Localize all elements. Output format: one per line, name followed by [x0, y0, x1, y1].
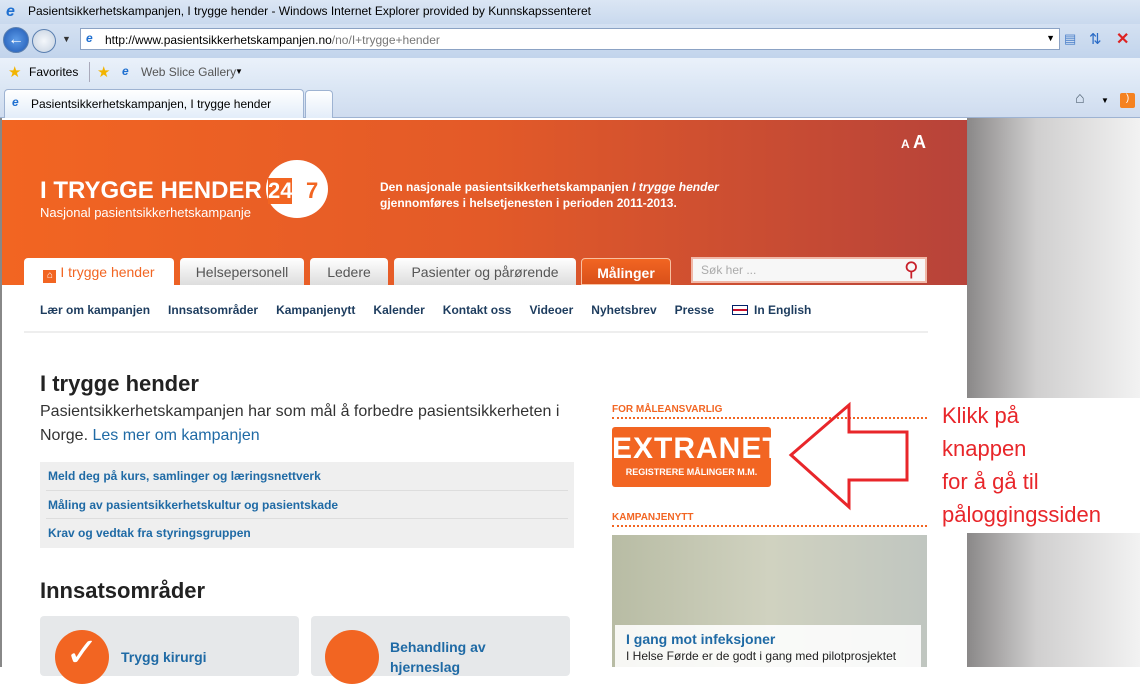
subnav-kampanjenytt[interactable]: Kampanjenytt — [276, 303, 355, 317]
web-slice-dropdown-icon[interactable]: ▼ — [235, 67, 243, 76]
refresh-icon[interactable]: ⇅ — [1089, 30, 1102, 48]
tab-ie-icon: e — [12, 95, 19, 109]
search-placeholder: Søk her ... — [701, 263, 757, 277]
tagline-text: Den nasjonale pasientsikkerhetskampanjen — [380, 180, 633, 194]
card-title: Trygg kirurgi — [121, 649, 207, 665]
quick-link[interactable]: Måling av pasientsikkerhetskultur og pas… — [46, 491, 568, 520]
ie-icon: e — [6, 3, 15, 20]
annotation-line: påloggingssiden — [942, 502, 1102, 527]
sub-navigation: Lær om kampanjen Innsatsområder Kampanjeny… — [40, 301, 829, 319]
url-domain: http://www.pasientsikkerhetskampanjen.no — [105, 33, 332, 47]
annotation-line: Klikk på — [942, 403, 1020, 428]
window-title-bar: e Pasientsikkerhetskampanjen, I trygge h… — [0, 0, 1140, 24]
tab-ledere[interactable]: Ledere — [310, 258, 388, 285]
web-slice-gallery-link[interactable]: Web Slice Gallery — [141, 65, 236, 79]
tagline-italic: I trygge hender — [632, 180, 719, 194]
new-tab-button[interactable] — [305, 90, 333, 118]
home-dropdown-icon[interactable]: ▼ — [1101, 96, 1109, 105]
tab-malinger[interactable]: Målinger — [581, 258, 671, 285]
extranet-subtitle: REGISTRERE MÅLINGER M.M. — [625, 467, 758, 477]
search-icon[interactable]: ⚲ — [904, 257, 919, 282]
card-trygg-kirurgi[interactable]: ✓ Trygg kirurgi — [40, 616, 299, 684]
brain-head-icon — [325, 630, 379, 684]
badge-24: 24 — [268, 178, 293, 204]
subnav-nyhetsbrev[interactable]: Nyhetsbrev — [591, 303, 656, 317]
font-size-large-button[interactable]: A — [913, 132, 926, 153]
subnav-presse[interactable]: Presse — [675, 303, 714, 317]
window-title: Pasientsikkerhetskampanjen, I trygge hen… — [28, 4, 591, 18]
news-summary: I Helse Førde er de godt i gang med pilo… — [626, 649, 897, 663]
home-icon[interactable]: ⌂ — [1075, 90, 1085, 108]
compatibility-view-icon[interactable]: ▤ — [1064, 31, 1076, 47]
forward-button[interactable] — [32, 29, 56, 53]
favorites-bar: ★ Favorites ★ e Web Slice Gallery ▼ — [0, 58, 1140, 86]
tagline-text-2: gjennomføres i helsetjenesten i perioden… — [380, 196, 677, 210]
quick-link[interactable]: Krav og vedtak fra styringsgruppen — [46, 519, 568, 548]
section-title: Innsatsområder — [40, 578, 206, 603]
quick-link[interactable]: Meld deg på kurs, samlinger og læringsne… — [46, 462, 568, 491]
card-title: Behandling av hjerneslag — [390, 639, 486, 675]
subnav-kontakt-oss[interactable]: Kontakt oss — [443, 303, 512, 317]
divider — [89, 62, 90, 82]
subnav-innsatsomrader[interactable]: Innsatsområder — [168, 303, 258, 317]
tab-label: Pasienter og pårørende — [411, 264, 559, 280]
font-size-small-button[interactable]: A — [901, 137, 910, 151]
quick-links: Meld deg på kurs, samlinger og læringsne… — [40, 462, 574, 548]
uk-flag-icon — [732, 305, 749, 315]
logo-subtitle: Nasjonal pasientsikkerhetskampanje — [40, 205, 252, 220]
news-caption: I gang mot infeksjoner I Helse Førde er … — [615, 625, 921, 667]
tab-title: Pasientsikkerhetskampanjen, I trygge hen… — [31, 97, 272, 111]
subnav-laer-om-kampanjen[interactable]: Lær om kampanjen — [40, 303, 150, 317]
url-path: /no/I+trygge+hender — [331, 33, 440, 47]
address-dropdown-icon[interactable]: ▼ — [1046, 33, 1055, 43]
annotation-line: for å gå til — [942, 469, 1039, 494]
favorites-star-icon: ★ — [8, 64, 22, 81]
tab-label: Ledere — [327, 264, 371, 280]
tab-label: I trygge hender — [60, 264, 155, 280]
tab-i-trygge-hender[interactable]: ⌂ I trygge hender — [24, 258, 174, 285]
badge-7: 7 — [306, 178, 319, 203]
address-input[interactable]: e http://www.pasientsikkerhetskampanjen.… — [80, 28, 1060, 50]
annotation-line: knappen — [942, 436, 1027, 461]
subnav-in-english[interactable]: In English — [754, 303, 811, 317]
web-slice-icon: e — [122, 64, 129, 78]
extranet-logo: EXTRANET — [612, 432, 782, 465]
tab-label: Helsepersonell — [195, 264, 289, 280]
read-more-link[interactable]: Les mer om kampanjen — [92, 427, 259, 444]
annotation-text: Klikk på knappen for å gå til påloggings… — [942, 399, 1101, 531]
history-dropdown-icon[interactable]: ▼ — [62, 34, 71, 44]
subnav-kalender[interactable]: Kalender — [373, 303, 424, 317]
tagline: Den nasjonale pasientsikkerhetskampanjen… — [380, 179, 719, 211]
extranet-button[interactable]: EXTRANET REGISTRERE MÅLINGER M.M. — [612, 427, 782, 487]
arrow-shape — [788, 401, 909, 511]
news-title[interactable]: I gang mot infeksjoner — [626, 631, 921, 647]
page-icon: e — [86, 31, 93, 45]
page-title: I trygge hender — [40, 371, 199, 396]
tab-pasienter[interactable]: Pasienter og pårørende — [394, 258, 576, 285]
news-image[interactable]: I gang mot infeksjoner I Helse Førde er … — [612, 535, 927, 667]
stop-icon[interactable]: ✕ — [1116, 29, 1129, 49]
search-input[interactable]: Søk her ... ⚲ — [691, 257, 927, 283]
rss-feed-icon[interactable]: ) — [1120, 93, 1135, 108]
intro-text: Pasientsikkerhetskampanjen har som mål å… — [40, 400, 580, 448]
tab-bar: e Pasientsikkerhetskampanjen, I trygge h… — [0, 86, 1140, 118]
subnav-videoer[interactable]: Videoer — [529, 303, 573, 317]
tab-helsepersonell[interactable]: Helsepersonell — [180, 258, 304, 285]
red-arrow-annotation — [788, 401, 909, 511]
site-logo[interactable]: I TRYGGE HENDER Nasjonal pasientsikkerhe… — [40, 160, 330, 230]
divider — [24, 331, 928, 333]
home-icon: ⌂ — [43, 270, 57, 283]
browser-tab-active[interactable]: e Pasientsikkerhetskampanjen, I trygge h… — [4, 89, 304, 118]
page-background — [967, 118, 1140, 667]
tab-label: Målinger — [597, 265, 655, 281]
card-hjerneslag[interactable]: Behandling av hjerneslag — [311, 616, 570, 684]
favorites-button[interactable]: Favorites — [29, 65, 78, 79]
logo-24-7-badge: 24 7 — [266, 160, 328, 218]
checkmark-icon: ✓ — [55, 630, 109, 684]
add-favorite-icon[interactable]: ★ — [97, 63, 110, 81]
logo-title: I TRYGGE HENDER — [40, 177, 262, 204]
back-button[interactable]: ← — [3, 27, 29, 53]
